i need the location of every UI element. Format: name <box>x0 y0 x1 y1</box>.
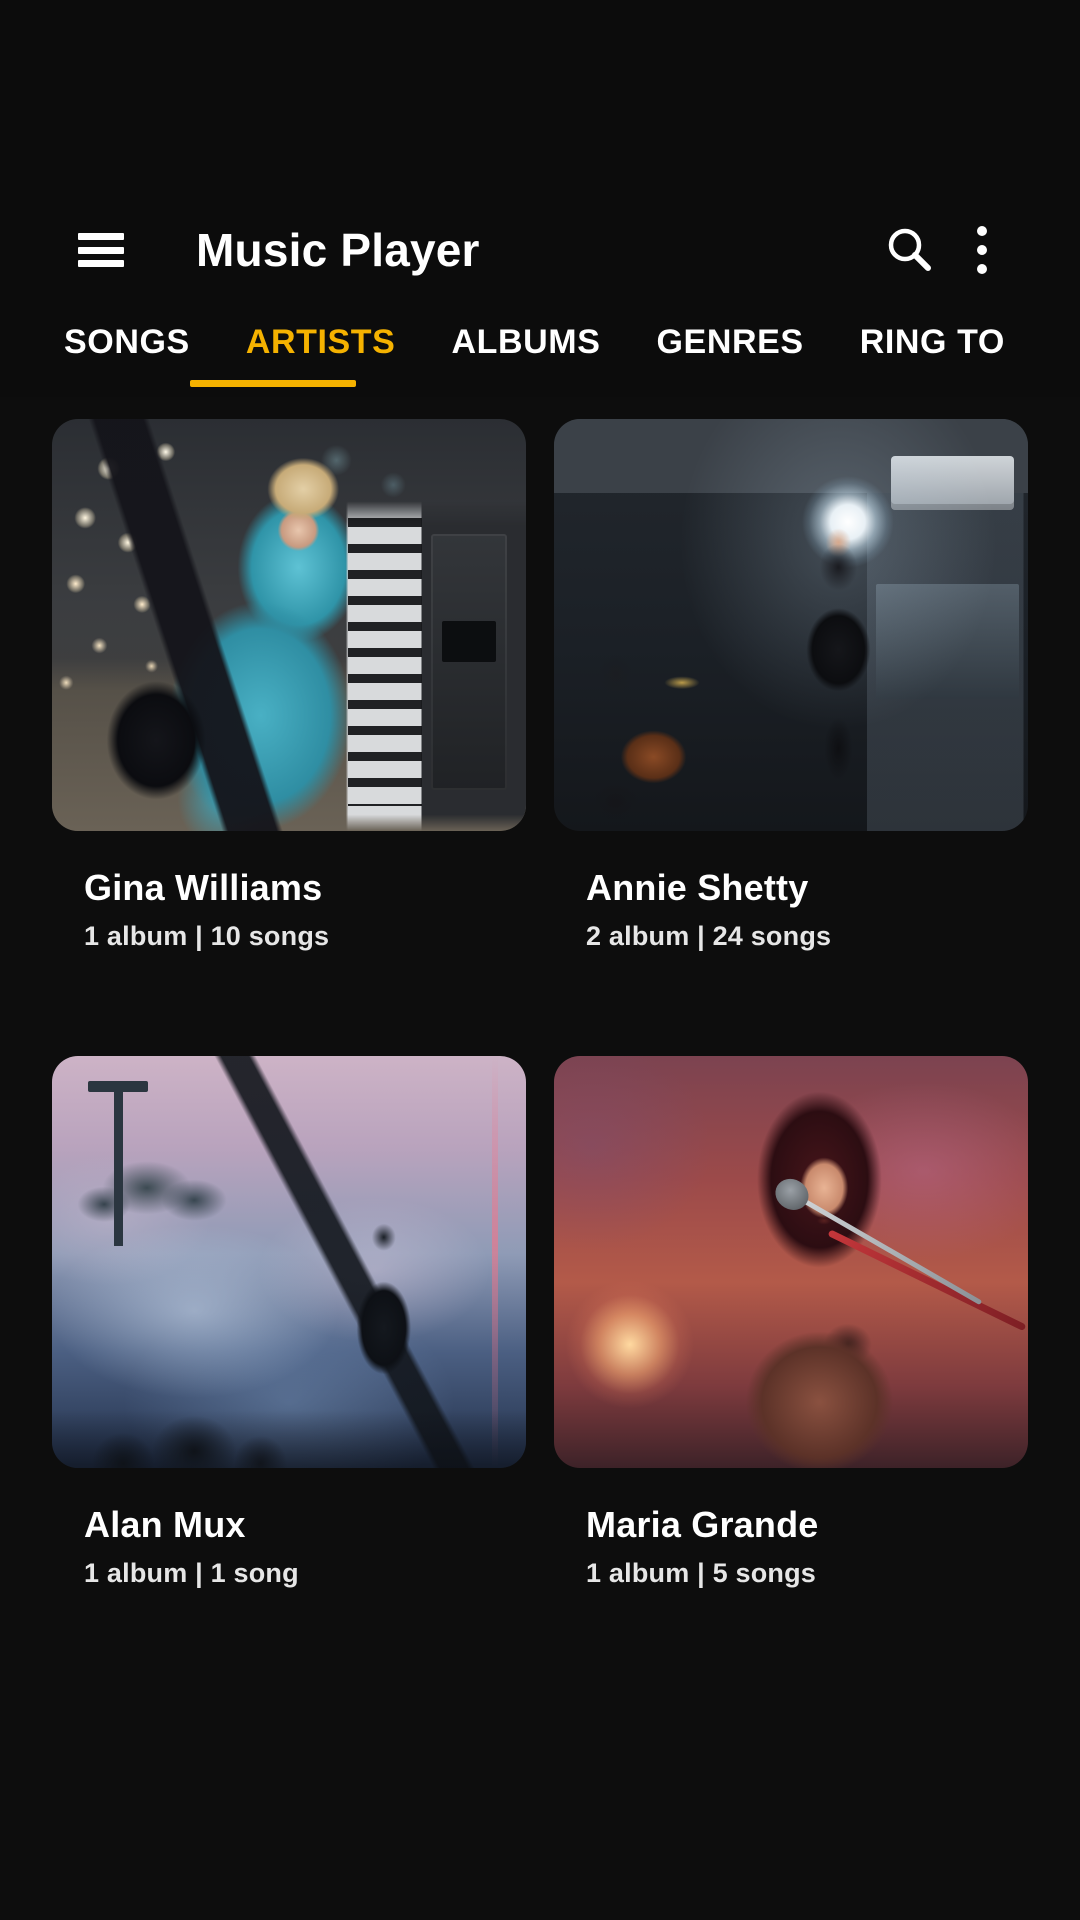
artist-artwork[interactable] <box>52 1056 526 1468</box>
artist-name: Annie Shetty <box>586 867 809 908</box>
artwork-face <box>554 1056 1028 1468</box>
artist-grid: Gina Williams 1 album | 10 songs Annie S… <box>0 397 1080 1589</box>
status-bar <box>0 0 1080 195</box>
hamburger-bar <box>78 246 124 254</box>
tab-bar: SONGS ARTISTS ALBUMS GENRES RING TO <box>0 305 1080 397</box>
artist-artwork[interactable] <box>52 419 526 831</box>
artist-artwork[interactable] <box>554 419 1028 831</box>
artist-card[interactable]: Annie Shetty 2 album | 24 songs <box>554 419 1028 952</box>
artist-name: Maria Grande <box>586 1504 819 1545</box>
artist-meta: 1 album | 5 songs <box>586 1558 817 1588</box>
tab-active-indicator <box>190 380 356 387</box>
hamburger-menu-icon[interactable] <box>78 233 124 267</box>
search-button[interactable] <box>874 214 946 286</box>
artist-card[interactable]: Alan Mux 1 album | 1 song <box>52 1056 526 1589</box>
tab-artists[interactable]: ARTISTS <box>246 305 396 379</box>
app-toolbar: Music Player <box>0 195 1080 305</box>
more-vertical-icon <box>977 226 987 274</box>
artist-artwork[interactable] <box>554 1056 1028 1468</box>
search-icon <box>888 228 931 271</box>
hamburger-bar <box>78 260 124 267</box>
music-player-screen: Music Player SONGS ARTISTS ALBUMS GENRES… <box>0 0 1080 1920</box>
artist-card[interactable]: Maria Grande 1 album | 5 songs <box>554 1056 1028 1589</box>
tab-genres[interactable]: GENRES <box>657 305 804 379</box>
grid-row-spacer <box>52 968 526 1040</box>
dot <box>977 245 987 255</box>
overflow-menu-button[interactable] <box>946 214 1018 286</box>
tab-albums[interactable]: ALBUMS <box>451 305 600 379</box>
dot <box>977 264 987 274</box>
tab-songs[interactable]: SONGS <box>64 305 190 379</box>
artist-meta: 1 album | 1 song <box>84 1558 299 1588</box>
hamburger-bar <box>78 233 124 240</box>
artist-card[interactable]: Gina Williams 1 album | 10 songs <box>52 419 526 952</box>
artist-meta: 1 album | 10 songs <box>84 921 330 951</box>
artist-meta: 2 album | 24 songs <box>586 921 832 951</box>
tab-ringtones[interactable]: RING TO <box>860 305 1005 379</box>
artwork-keyboard-panel <box>431 534 508 790</box>
dot <box>977 226 987 236</box>
artwork-crowd <box>52 1056 526 1468</box>
artist-name: Gina Williams <box>84 867 323 908</box>
artwork-keyboard-black-keys <box>348 517 422 807</box>
grid-row-spacer <box>554 968 1028 1040</box>
artwork-singer <box>554 419 1028 831</box>
artist-name: Alan Mux <box>84 1504 246 1545</box>
page-title: Music Player <box>196 224 480 276</box>
tab-list: SONGS ARTISTS ALBUMS GENRES RING TO <box>0 305 1080 379</box>
